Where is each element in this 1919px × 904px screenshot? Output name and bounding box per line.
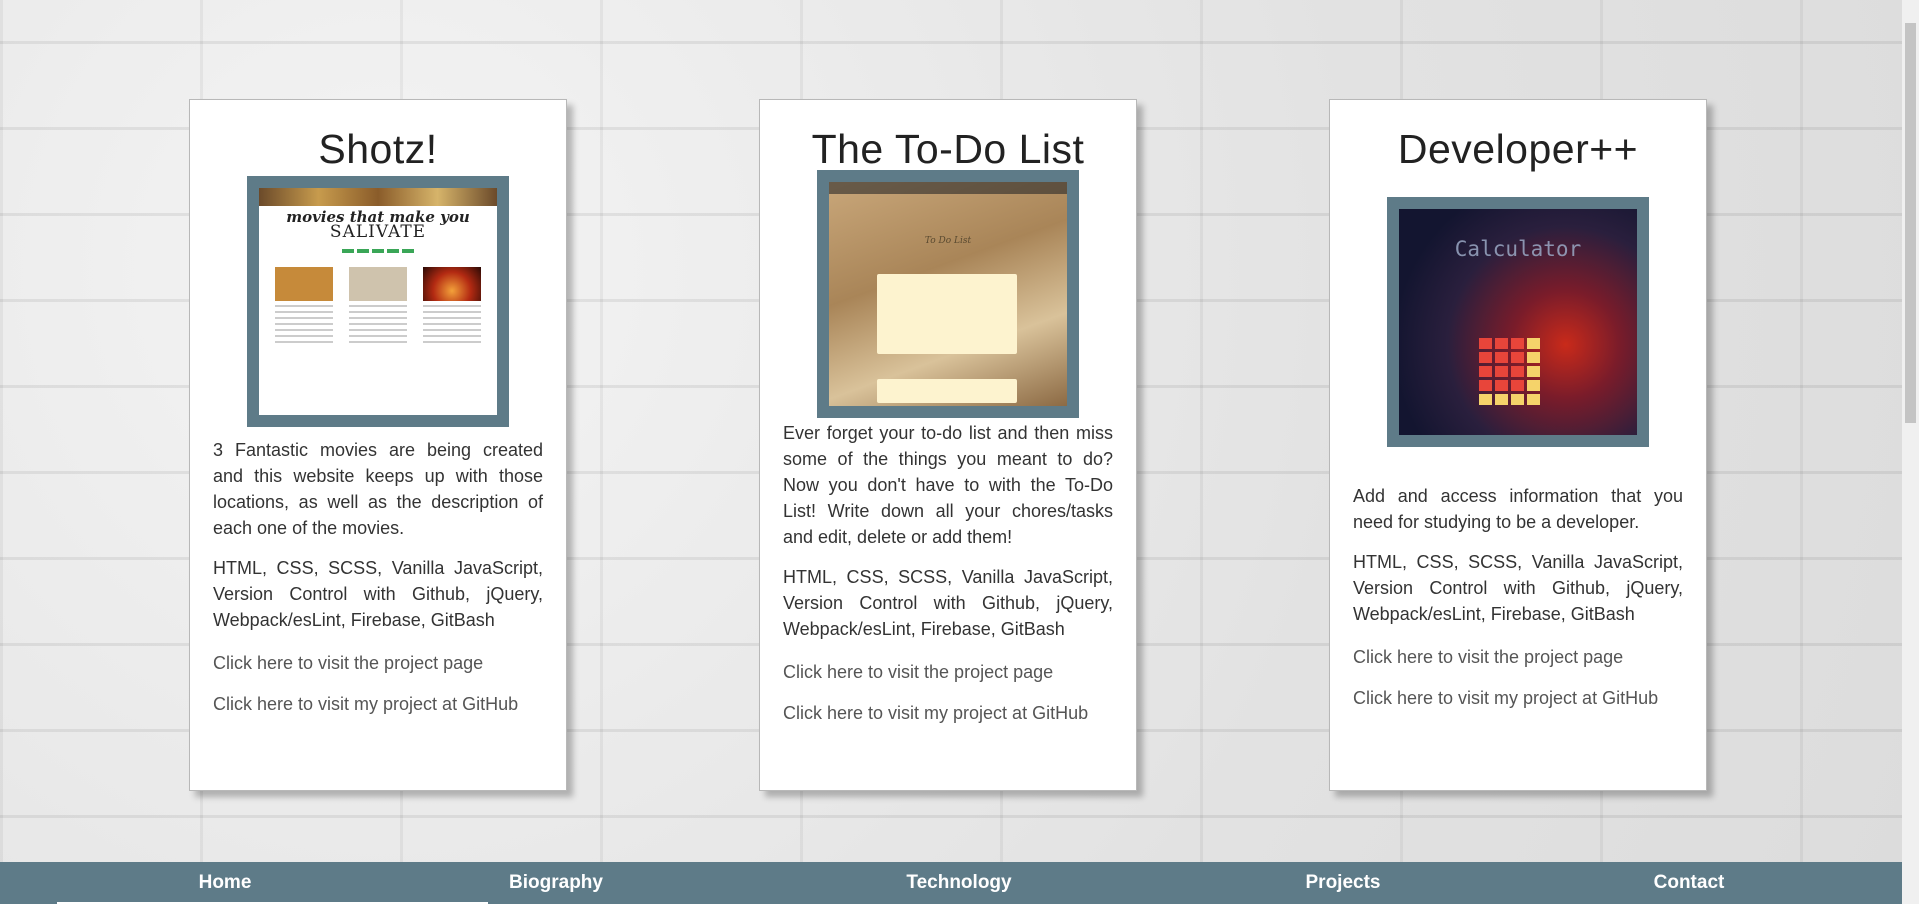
github-link[interactable]: Click here to visit my project at GitHub bbox=[783, 703, 1113, 724]
project-page-link[interactable]: Click here to visit the project page bbox=[213, 653, 543, 674]
scrollbar-thumb[interactable] bbox=[1905, 23, 1916, 423]
project-title: Developer++ bbox=[1397, 126, 1639, 172]
nav-biography[interactable]: Biography bbox=[496, 862, 616, 904]
calculator-keypad bbox=[1479, 338, 1540, 405]
nav-projects[interactable]: Projects bbox=[1285, 862, 1401, 904]
project-card-developer: Developer++ Calculator Add and access in… bbox=[1329, 99, 1707, 791]
project-description: 3 Fantastic movies are being created and… bbox=[213, 440, 543, 538]
bottom-nav: Home Biography Technology Projects Conta… bbox=[0, 862, 1919, 904]
nav-contact[interactable]: Contact bbox=[1634, 862, 1744, 904]
project-tech-list: HTML, CSS, SCSS, Vanilla JavaScript, Ver… bbox=[213, 558, 543, 630]
thumb-input-box bbox=[877, 379, 1017, 403]
github-link[interactable]: Click here to visit my project at GitHub bbox=[213, 694, 543, 715]
project-tech-list: HTML, CSS, SCSS, Vanilla JavaScript, Ver… bbox=[1353, 552, 1683, 624]
project-page-link[interactable]: Click here to visit the project page bbox=[783, 662, 1113, 683]
nav-home[interactable]: Home bbox=[170, 862, 280, 904]
project-card-todo: The To-Do List To Do List Ever forget yo… bbox=[759, 99, 1137, 791]
project-tech-list: HTML, CSS, SCSS, Vanilla JavaScript, Ver… bbox=[783, 567, 1113, 639]
thumb-heading: Calculator bbox=[1454, 237, 1582, 261]
project-screenshot[interactable]: movies that make you SALIVATE bbox=[247, 176, 509, 427]
project-description: Ever forget your to-do list and then mis… bbox=[783, 423, 1113, 547]
project-card-shotz: Shotz! movies that make you SALIVATE 3 F… bbox=[189, 99, 567, 791]
project-description: Add and access information that you need… bbox=[1353, 486, 1683, 532]
project-page-link[interactable]: Click here to visit the project page bbox=[1353, 647, 1683, 668]
thumb-nav bbox=[259, 249, 497, 253]
thumb-topbar bbox=[829, 182, 1067, 194]
thumb-list-box bbox=[877, 274, 1017, 354]
thumb-logo-line2: SALIVATE bbox=[329, 222, 427, 242]
project-title: Shotz! bbox=[318, 126, 438, 172]
project-screenshot[interactable]: To Do List bbox=[817, 170, 1079, 418]
thumb-movie-columns bbox=[259, 267, 497, 343]
project-title: The To-Do List bbox=[811, 126, 1085, 172]
project-screenshot[interactable]: Calculator bbox=[1387, 197, 1649, 447]
thumb-heading: To Do List bbox=[924, 236, 972, 246]
page-scrollbar[interactable] bbox=[1902, 0, 1919, 904]
github-link[interactable]: Click here to visit my project at GitHub bbox=[1353, 688, 1683, 709]
food-banner-image bbox=[259, 188, 497, 206]
nav-technology[interactable]: Technology bbox=[894, 862, 1024, 904]
